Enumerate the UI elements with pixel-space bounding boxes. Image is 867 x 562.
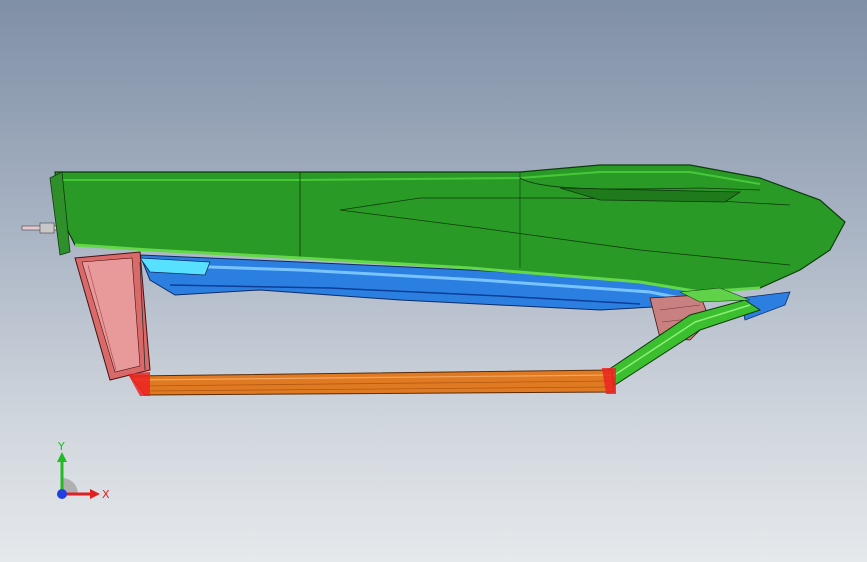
axis-triad: Y X xyxy=(57,440,110,501)
x-axis-label: X xyxy=(102,488,110,501)
cad-model[interactable] xyxy=(0,0,867,562)
3d-viewport[interactable]: Y X xyxy=(0,0,867,562)
z-axis-dot xyxy=(57,489,67,499)
lower-rail[interactable] xyxy=(128,368,616,396)
rear-bracket[interactable] xyxy=(74,251,151,381)
y-axis-label: Y xyxy=(57,440,65,453)
